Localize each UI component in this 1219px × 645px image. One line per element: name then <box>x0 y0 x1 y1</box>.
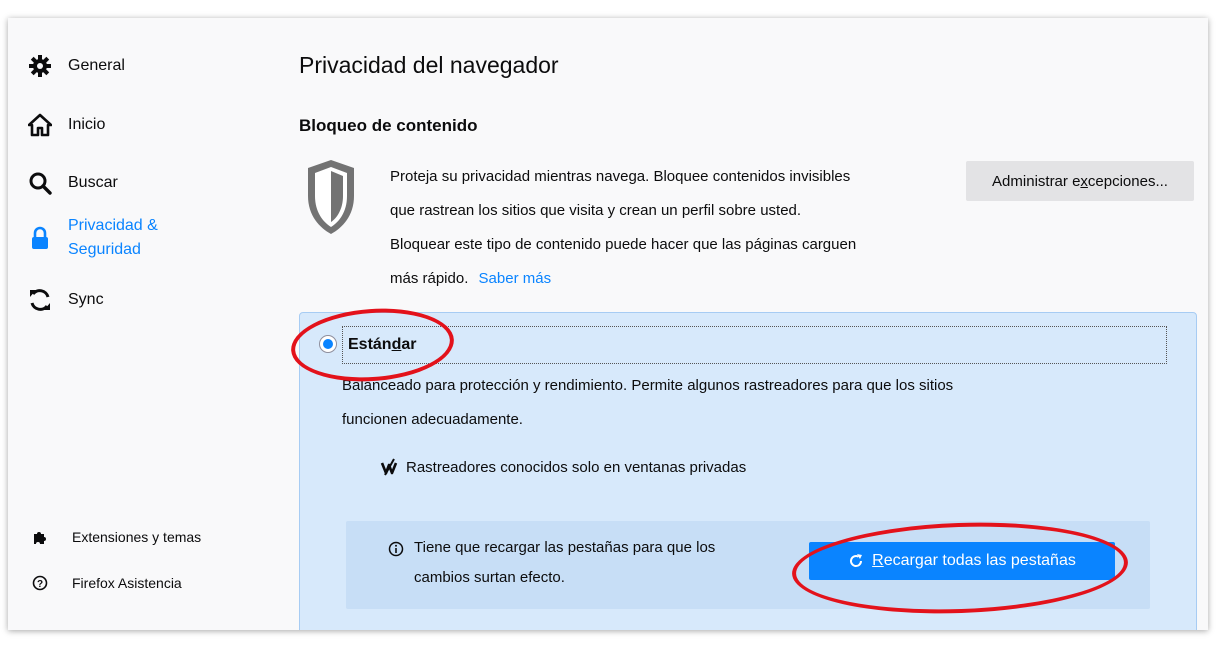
home-icon <box>28 113 52 137</box>
tracker-icon <box>380 458 398 476</box>
main-content: Privacidad del navegador Bloqueo de cont… <box>299 18 1208 630</box>
lock-icon <box>28 226 52 250</box>
reload-icon <box>848 553 864 569</box>
sidebar-item-general[interactable]: General <box>28 54 125 78</box>
gear-icon <box>28 54 52 78</box>
radio-selected-dot <box>323 339 333 349</box>
manage-exceptions-button[interactable]: Administrar e x cepciones... <box>966 161 1194 201</box>
sidebar-item-label: Inicio <box>68 116 106 133</box>
svg-text:?: ? <box>37 579 43 590</box>
puzzle-icon <box>32 529 48 545</box>
sidebar-item-sync[interactable]: Sync <box>28 288 104 312</box>
sidebar: General Inicio Buscar Privacidad & Segur… <box>8 18 278 630</box>
search-icon <box>28 171 52 195</box>
preferences-window: General Inicio Buscar Privacidad & Segur… <box>8 18 1208 630</box>
standard-label: Estándar <box>348 336 417 353</box>
reload-notice: Tiene que recargar las pestañas para que… <box>346 521 1150 609</box>
help-icon: ? <box>32 575 48 591</box>
trackers-row: Rastreadores conocidos solo en ventanas … <box>380 458 746 476</box>
learn-more-link[interactable]: Saber más <box>479 270 552 287</box>
sidebar-item-label: General <box>68 57 125 74</box>
standard-description: Balanceado para protección y rendimiento… <box>342 377 954 428</box>
trackers-label: Rastreadores conocidos solo en ventanas … <box>406 458 747 476</box>
sidebar-item-label: Sync <box>68 291 104 308</box>
sidebar-item-buscar[interactable]: Buscar <box>28 171 118 195</box>
section-title: Bloqueo de contenido <box>299 116 478 135</box>
reload-all-tabs-button[interactable]: Recargar todas las pestañas <box>809 542 1115 580</box>
standard-option-box: Estándar Balanceado para protección y re… <box>299 312 1197 630</box>
sidebar-item-inicio[interactable]: Inicio <box>28 113 105 137</box>
sidebar-item-label: Seguridad <box>68 241 141 258</box>
reload-message: Tiene que recargar las pestañas para que… <box>414 539 716 586</box>
sidebar-item-extensiones[interactable]: Extensiones y temas <box>32 529 201 545</box>
sidebar-item-label: Extensiones y temas <box>72 529 202 545</box>
standard-radio[interactable] <box>319 335 337 353</box>
sidebar-item-label: Privacidad & <box>68 217 158 234</box>
standard-option-row[interactable]: Estándar <box>342 326 1167 364</box>
content-blocking-description: Proteja su privacidad mientras navega. B… <box>390 168 857 287</box>
sidebar-item-privacidad[interactable]: Privacidad & Seguridad <box>28 214 158 262</box>
sidebar-item-label: Buscar <box>68 174 118 191</box>
sidebar-item-label: Firefox Asistencia <box>72 575 182 591</box>
shield-icon <box>306 158 356 241</box>
info-icon <box>388 541 404 562</box>
sync-icon <box>28 288 52 312</box>
sidebar-item-asistencia[interactable]: ? Firefox Asistencia <box>32 575 182 591</box>
page-title: Privacidad del navegador <box>299 52 559 78</box>
